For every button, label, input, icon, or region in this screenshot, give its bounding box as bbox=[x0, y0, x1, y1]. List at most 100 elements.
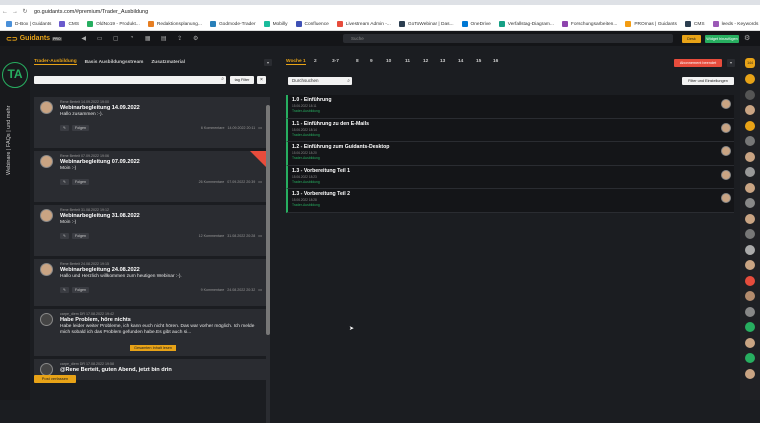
follow-button[interactable]: Folgen bbox=[72, 124, 90, 131]
pin-icon[interactable]: ✎ bbox=[60, 178, 70, 185]
pin-icon[interactable]: ✎ bbox=[60, 232, 70, 239]
avatar[interactable] bbox=[40, 263, 53, 276]
lesson-item[interactable]: 1.3 - Vorbereitung Teil 1 15.06.2022 18:2… bbox=[286, 165, 734, 189]
tag-filter-button[interactable]: tag Filter bbox=[230, 76, 254, 84]
follow-button[interactable]: Folgen bbox=[72, 178, 90, 185]
lesson-title[interactable]: 1.3 - Vorbereitung Teil 1 bbox=[292, 168, 730, 174]
pin-icon[interactable]: ✎ bbox=[60, 124, 70, 131]
comment-count[interactable]: 6 Kommentare bbox=[201, 126, 225, 130]
post-title[interactable]: Webinarbegleitung 24.08.2022 bbox=[60, 267, 262, 273]
sidebar-contact-avatar[interactable] bbox=[745, 89, 755, 100]
chart-icon[interactable]: ▤ bbox=[156, 35, 172, 42]
chat-icon[interactable]: ▢ bbox=[108, 35, 124, 42]
reload-icon[interactable]: ↻ bbox=[20, 8, 30, 15]
author-avatar[interactable] bbox=[721, 169, 731, 180]
bookmark-item[interactable]: D-Box | Guidants bbox=[6, 21, 51, 27]
write-post-button[interactable]: Post verfassen bbox=[34, 375, 76, 383]
sidebar-contact-avatar[interactable] bbox=[745, 275, 755, 286]
week-tab[interactable]: 12 bbox=[423, 59, 428, 64]
lesson-item[interactable]: 1.0 - Einführung 15.06.2022 18:11 Trader-A… bbox=[286, 95, 734, 119]
lesson-title[interactable]: 1.0 - Einführung bbox=[292, 97, 730, 103]
settings-icon[interactable]: ⚙ bbox=[188, 35, 204, 42]
avatar[interactable] bbox=[40, 209, 53, 222]
avatar[interactable] bbox=[40, 155, 53, 168]
monitor-icon[interactable]: ▭ bbox=[92, 35, 108, 42]
tab-basis-ausbildungsstream[interactable]: Basis Ausbildungsstream bbox=[85, 60, 144, 65]
follow-button[interactable]: Folgen bbox=[72, 286, 90, 293]
chevron-down-icon[interactable]: ▾ bbox=[264, 59, 272, 66]
week-tab[interactable]: 8 bbox=[356, 59, 359, 64]
comment-icon[interactable]: ▭ bbox=[258, 179, 262, 184]
bookmark-item[interactable]: Mobilly bbox=[263, 21, 288, 27]
sidebar-contact-avatar[interactable] bbox=[745, 337, 755, 348]
avatar[interactable] bbox=[40, 101, 53, 114]
address-bar[interactable]: ← → ↻ go.guidants.com/#premium/Trader_Au… bbox=[0, 5, 760, 18]
sidebar-contact-avatar[interactable] bbox=[745, 213, 755, 224]
author-avatar[interactable] bbox=[721, 122, 731, 133]
course-search-input[interactable]: Durchsuchen ⌕ bbox=[288, 77, 352, 85]
bookmark-item[interactable]: Redaktionsplanung... bbox=[147, 21, 202, 27]
search-input[interactable]: Suche bbox=[343, 34, 673, 43]
sidebar-contact-avatar[interactable] bbox=[745, 306, 755, 317]
sidebar-contact-avatar[interactable] bbox=[745, 136, 755, 146]
add-widget-button[interactable]: Widget hinzufügen bbox=[705, 35, 739, 43]
lesson-title[interactable]: 1.2 - Einführung zum Guidants-Desktop bbox=[292, 144, 730, 150]
feed-scrollbar[interactable] bbox=[266, 97, 270, 423]
week-tab[interactable]: 10 bbox=[386, 59, 391, 64]
lesson-title[interactable]: 1.1 - Einführung zu den E-Mails bbox=[292, 121, 730, 127]
week-tab[interactable]: 2 bbox=[314, 59, 317, 64]
notification-badge[interactable]: 144 bbox=[745, 58, 755, 68]
upload-icon[interactable]: ⇪ bbox=[172, 35, 188, 42]
bookmark-item[interactable]: Livestream Admin -... bbox=[336, 21, 391, 27]
channel-badge[interactable]: TA bbox=[2, 62, 28, 88]
author-avatar[interactable] bbox=[721, 146, 731, 156]
bookmark-item[interactable]: leeds - Keywords Ex... bbox=[712, 21, 760, 27]
tab-trader-ausbildung[interactable]: Trader-Ausbildung bbox=[34, 59, 77, 65]
lesson-tag[interactable]: Trader-Ausbildung bbox=[292, 180, 730, 184]
lesson-tag[interactable]: Trader-Ausbildung bbox=[292, 156, 730, 160]
lesson-tag[interactable]: Trader-Ausbildung bbox=[292, 109, 730, 113]
sidebar-contact-avatar[interactable] bbox=[745, 353, 755, 363]
bookmark-item[interactable]: PROmas | Guidants bbox=[625, 21, 677, 27]
sidebar-contact-avatar[interactable] bbox=[745, 322, 755, 332]
pin-icon[interactable]: ✎ bbox=[60, 286, 70, 293]
bookmark-item[interactable]: Godmode-Trader bbox=[209, 21, 256, 27]
bookmark-item[interactable]: OldNo19 - Produkt... bbox=[87, 21, 140, 27]
scrollbar-thumb[interactable] bbox=[266, 105, 270, 335]
stream-search-input[interactable]: ⌕ bbox=[34, 76, 226, 84]
guidants-logo[interactable]: ⊂⊃ Guidants PRO bbox=[6, 35, 62, 43]
comment-icon[interactable]: ▭ bbox=[258, 233, 262, 238]
week-tab[interactable]: 3-7 bbox=[332, 59, 339, 64]
comment-count[interactable]: 12 Kommentare bbox=[199, 234, 225, 238]
url-text[interactable]: go.guidants.com/#premium/Trader_Ausbildu… bbox=[34, 9, 148, 15]
bell-icon[interactable]: ◔ bbox=[124, 35, 140, 42]
lesson-tag[interactable]: Trader-Ausbildung bbox=[292, 203, 730, 207]
post-title[interactable]: Webinarbegleitung 14.09.2022 bbox=[60, 105, 262, 111]
sidebar-contact-avatar[interactable] bbox=[745, 151, 755, 162]
sidebar-contact-avatar[interactable] bbox=[745, 120, 755, 131]
sidebar-contact-avatar[interactable] bbox=[745, 260, 755, 270]
filter-settings-button[interactable]: Filter und Einstellungen bbox=[682, 77, 734, 85]
week-tab[interactable]: 11 bbox=[405, 59, 410, 64]
week-tab[interactable]: 15 bbox=[476, 59, 481, 64]
post-title[interactable]: Habe Problem, höre nichts bbox=[60, 317, 262, 323]
sidebar-contact-avatar[interactable] bbox=[745, 229, 755, 239]
bookmark-item[interactable]: GoToWebinar | Das... bbox=[398, 21, 454, 27]
lesson-tag[interactable]: Trader-Ausbildung bbox=[292, 133, 730, 137]
header-settings-icon[interactable]: ⚙ bbox=[744, 34, 754, 44]
week-tab[interactable]: 9 bbox=[370, 59, 373, 64]
sidebar-contact-avatar[interactable] bbox=[745, 105, 755, 115]
sidebar-contact-avatar[interactable] bbox=[745, 368, 755, 379]
chevron-down-icon[interactable]: ▾ bbox=[727, 59, 735, 67]
back-icon[interactable]: ◀ bbox=[76, 35, 92, 42]
tab-zusatzmaterial[interactable]: Zusatzmaterial bbox=[151, 60, 185, 65]
avatar[interactable] bbox=[40, 313, 53, 326]
sidebar-contact-avatar[interactable] bbox=[745, 291, 755, 301]
lesson-item[interactable]: 1.1 - Einführung zu den E-Mails 15.06.202… bbox=[286, 118, 734, 142]
bookmark-item[interactable]: Forschungsarbeiten... bbox=[561, 21, 617, 27]
sidebar-contact-avatar[interactable] bbox=[745, 167, 755, 177]
bookmark-item[interactable]: CMS bbox=[59, 21, 79, 27]
desk-button[interactable]: Desk bbox=[682, 35, 701, 43]
comment-icon[interactable]: ▭ bbox=[258, 287, 262, 292]
bookmark-item[interactable]: CMS bbox=[684, 21, 705, 27]
